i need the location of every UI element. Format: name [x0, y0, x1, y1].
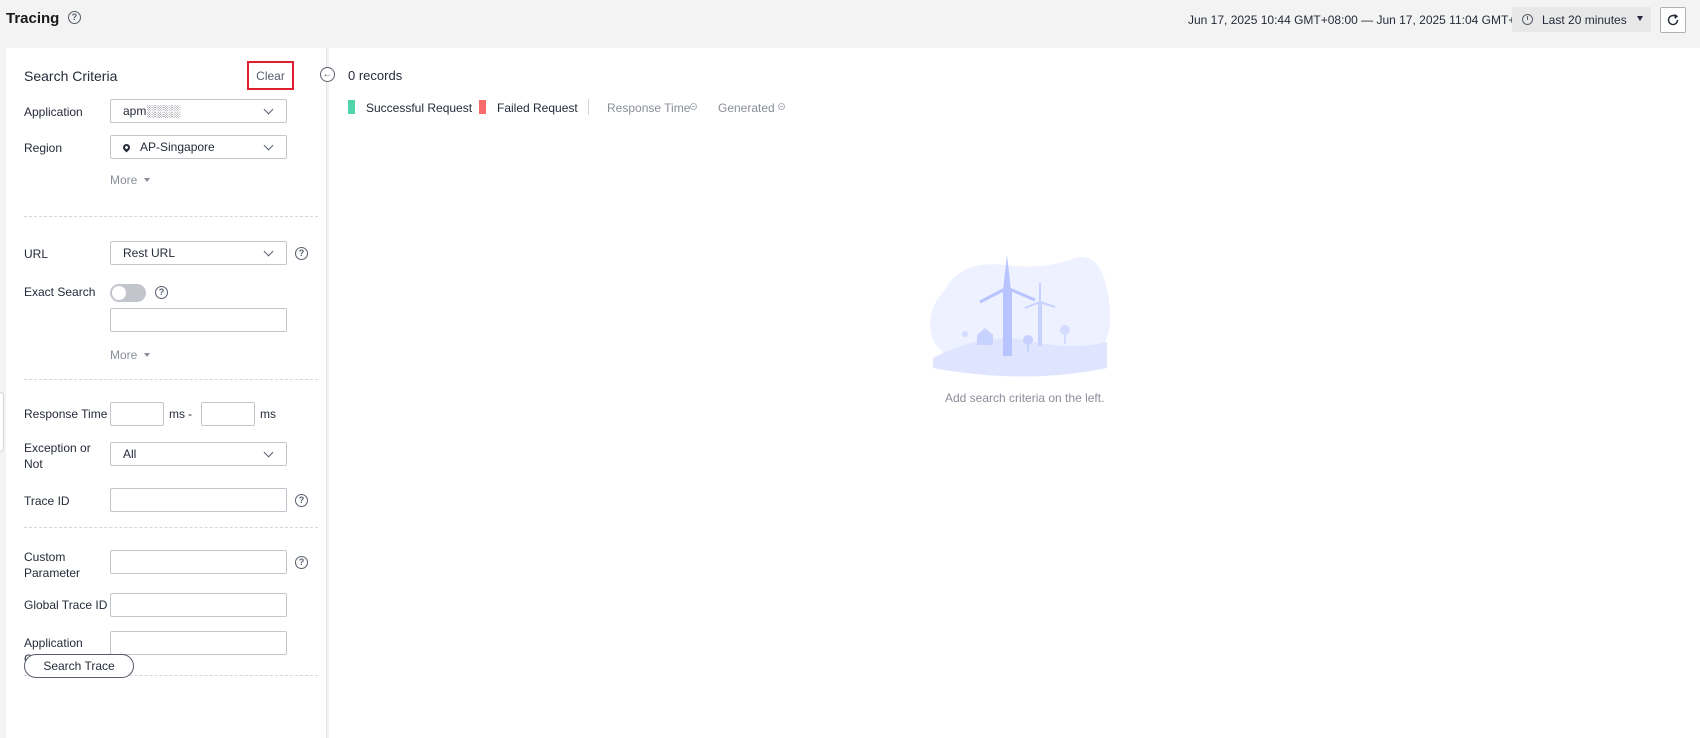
more-toggle-1-label: More	[110, 173, 138, 187]
help-icon[interactable]: ?	[68, 11, 81, 24]
clear-button[interactable]: Clear	[247, 61, 294, 90]
dropdown-arrow-icon	[1637, 16, 1643, 21]
top-bar: Tracing ? Jun 17, 2025 10:44 GMT+08:00 —…	[0, 0, 1700, 48]
empty-state-text: Add search criteria on the left.	[945, 391, 1105, 405]
search-trace-button[interactable]: Search Trace	[24, 654, 134, 678]
time-range-text: Jun 17, 2025 10:44 GMT+08:00 — Jun 17, 2…	[1188, 13, 1546, 27]
sort-generated[interactable]: Generated	[718, 101, 775, 115]
failed-legend-swatch	[479, 100, 486, 114]
response-time-label: Response Time	[24, 407, 108, 421]
custom-parameter-input[interactable]	[110, 550, 287, 574]
time-range-select[interactable]: Last 20 minutes	[1512, 7, 1651, 32]
refresh-icon	[1667, 14, 1679, 26]
trace-id-help-icon[interactable]: ?	[295, 494, 308, 507]
caret-down-icon	[144, 353, 151, 357]
clock-icon	[1522, 14, 1533, 25]
search-criteria-title: Search Criteria	[24, 68, 118, 84]
exception-select-value: All	[123, 447, 137, 461]
more-toggle-2-label: More	[110, 348, 138, 362]
divider	[24, 527, 318, 528]
ms-unit-label: ms	[169, 407, 185, 421]
response-time-min-input[interactable]	[110, 402, 164, 426]
collapse-panel-button[interactable]: ←	[320, 67, 335, 82]
refresh-button[interactable]	[1660, 7, 1686, 33]
exact-search-help-icon[interactable]: ?	[155, 286, 168, 299]
trace-id-input[interactable]	[110, 488, 287, 512]
failed-legend-label: Failed Request	[497, 101, 578, 115]
divider	[24, 379, 318, 380]
response-time-max-input[interactable]	[201, 402, 255, 426]
exception-label-line1: Exception or	[24, 441, 91, 455]
application-select-value: apm░░░░	[123, 104, 181, 118]
time-range-select-value: Last 20 minutes	[1542, 12, 1627, 27]
caret-down-icon	[144, 178, 151, 182]
legend-separator	[588, 99, 589, 115]
sort-response-time[interactable]: Response Time	[607, 101, 690, 115]
global-trace-id-input[interactable]	[110, 593, 287, 617]
chevron-down-icon	[263, 104, 274, 115]
chevron-down-icon	[263, 246, 274, 257]
url-select[interactable]: Rest URL	[110, 241, 287, 265]
records-count: 0 records	[348, 68, 403, 83]
url-label: URL	[24, 247, 49, 261]
application-code-label-line1: Application	[24, 636, 83, 650]
search-criteria-panel: Search Criteria Clear Application apm░░░…	[6, 48, 327, 738]
custom-parameter-label-line1: Custom	[24, 550, 66, 564]
region-label: Region	[24, 141, 63, 155]
chevron-down-icon	[263, 140, 274, 151]
region-select[interactable]: AP-Singapore	[110, 135, 287, 159]
global-trace-id-label: Global Trace ID	[24, 598, 108, 612]
url-help-icon[interactable]: ?	[295, 247, 308, 260]
page-title: Tracing	[6, 10, 60, 27]
chevron-down-icon	[263, 447, 274, 458]
exception-label-line2: Not	[24, 457, 43, 471]
custom-parameter-label: Custom Parameter	[24, 549, 80, 581]
exception-label: Exception or Not	[24, 440, 91, 472]
sort-icon[interactable]	[690, 103, 697, 110]
exception-select[interactable]: All	[110, 442, 287, 466]
region-select-value: AP-Singapore	[140, 140, 215, 154]
divider	[24, 216, 318, 217]
custom-parameter-help-icon[interactable]: ?	[295, 556, 308, 569]
ms-unit-label: ms	[260, 407, 276, 421]
application-code-input[interactable]	[110, 631, 287, 655]
empty-state-illustration	[930, 255, 1110, 377]
url-search-input[interactable]	[110, 308, 287, 332]
successful-legend-label: Successful Request	[366, 101, 473, 115]
successful-legend-swatch	[348, 100, 355, 114]
sort-icon[interactable]	[778, 103, 785, 110]
application-select[interactable]: apm░░░░	[110, 99, 287, 123]
more-toggle-2[interactable]: More	[110, 348, 151, 362]
range-separator: -	[188, 407, 192, 421]
exact-search-label: Exact Search	[24, 285, 96, 299]
trace-id-label: Trace ID	[24, 494, 70, 508]
more-toggle-1[interactable]: More	[110, 173, 151, 187]
custom-parameter-label-line2: Parameter	[24, 566, 81, 580]
exact-search-toggle[interactable]	[110, 284, 146, 302]
location-pin-icon	[121, 142, 132, 152]
application-label: Application	[24, 105, 83, 119]
side-collapse-tab[interactable]	[0, 392, 4, 452]
url-select-value: Rest URL	[123, 246, 176, 260]
